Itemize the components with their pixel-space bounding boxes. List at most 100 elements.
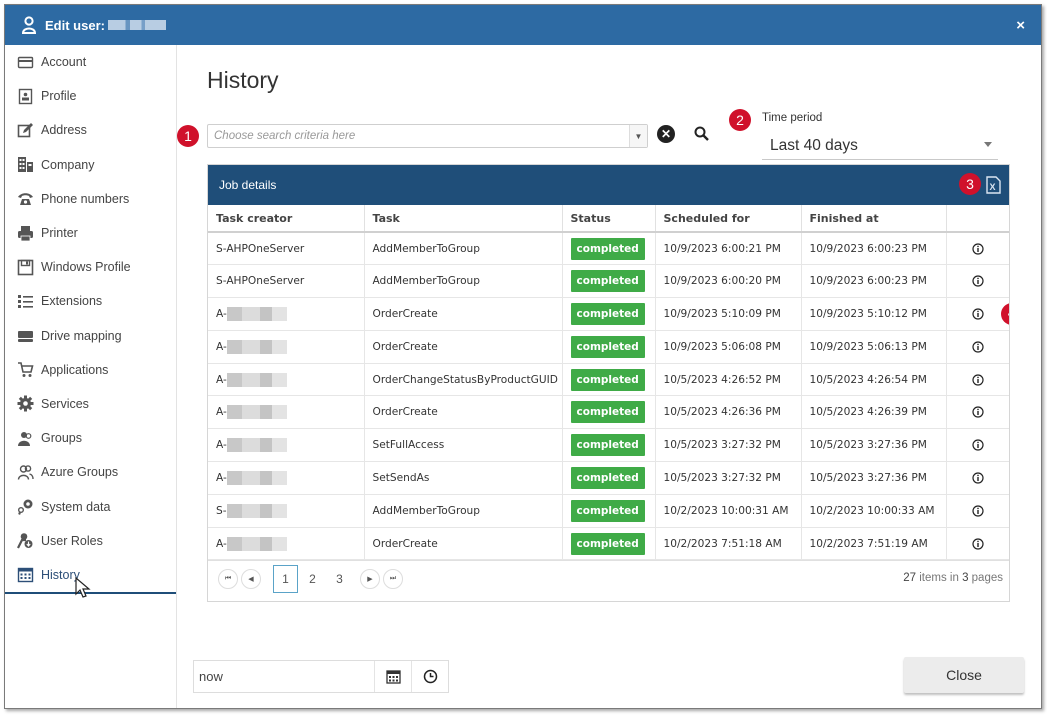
calendar-button[interactable] (374, 661, 411, 692)
prev-page-button[interactable]: ◀ (241, 569, 261, 590)
sidebar-item-account[interactable]: Account (5, 45, 176, 79)
excel-export-icon[interactable]: X (986, 176, 1001, 194)
task-creator-cell: S-AHPOneServer (208, 264, 365, 299)
sidebar-item-applications[interactable]: Applications (5, 353, 176, 387)
status-badge: completed (570, 499, 645, 522)
sidebar-item-system-data[interactable]: System data (5, 489, 176, 523)
next-page-button[interactable]: ▶ (360, 569, 380, 590)
column-header-task[interactable]: Task (364, 205, 563, 233)
sidebar-item-label: Drive mapping (41, 328, 122, 343)
close-dialog-button[interactable]: × (1016, 17, 1025, 34)
column-header-finished-at[interactable]: Finished at (801, 205, 947, 233)
task-cell: OrderCreate (364, 297, 563, 331)
scheduled-for-cell: 10/2/2023 7:51:18 AM (655, 527, 802, 561)
sidebar-item-phone-numbers[interactable]: Phone numbers (5, 182, 176, 216)
search-icon[interactable] (693, 125, 711, 143)
table-row[interactable]: A- OrderCreate completed 10/9/2023 5:06:08 … (208, 330, 1009, 364)
sidebar-item-label: Windows Profile (41, 260, 131, 275)
table-row[interactable]: S- AddMemberToGroup completed 10/2/2023 10:… (208, 494, 1009, 528)
chevron-down-icon (984, 142, 992, 147)
sidebar-item-profile[interactable]: Profile (5, 79, 176, 113)
close-button[interactable]: Close (904, 657, 1024, 693)
sidebar-item-label: Profile (41, 89, 77, 104)
column-header-actions (946, 205, 1009, 233)
table-row[interactable]: S-AHPOneServer AddMemberToGroup completed 1… (208, 264, 1009, 299)
table-row[interactable]: A- OrderCreate completed 10/5/2023 4:26:36 … (208, 395, 1009, 430)
column-header-status[interactable]: Status (562, 205, 656, 233)
phone-icon (18, 193, 33, 206)
table-row[interactable]: A- OrderCreate completed 10/2/2023 7:51:18 … (208, 527, 1009, 561)
info-icon[interactable] (972, 439, 984, 451)
details-cell (946, 494, 1009, 528)
page-1-button[interactable]: 1 (273, 565, 298, 594)
sidebar-item-groups[interactable]: Groups (5, 421, 176, 455)
info-icon[interactable] (972, 308, 984, 320)
first-page-button[interactable]: ⏮ (218, 569, 238, 590)
time-button[interactable] (411, 661, 448, 692)
details-cell (946, 232, 1009, 266)
info-icon[interactable] (972, 472, 984, 484)
page-2-button[interactable]: 2 (300, 565, 325, 593)
info-icon[interactable] (972, 243, 984, 255)
page-3-button[interactable]: 3 (327, 565, 352, 593)
callout-badge-1: 1 (177, 125, 199, 147)
table-row[interactable]: A- SetFullAccess completed 10/5/2023 3:27:3… (208, 428, 1009, 463)
grid-header: Job details 3 X (208, 165, 1009, 205)
info-icon[interactable] (972, 341, 984, 353)
sidebar-item-label: Services (41, 396, 89, 411)
sidebar-item-services[interactable]: Services (5, 387, 176, 421)
scheduled-for-cell: 10/9/2023 5:10:09 PM (655, 297, 802, 331)
sidebar-item-drive-mapping[interactable]: Drive mapping (5, 319, 176, 353)
table-row[interactable]: A- SetSendAs completed 10/5/2023 3:27:32 PM… (208, 461, 1009, 495)
redacted-text (226, 470, 287, 485)
details-cell (946, 395, 1009, 430)
task-creator-cell: A- (208, 395, 365, 430)
info-icon[interactable] (972, 406, 984, 418)
task-creator-text: A- (216, 373, 227, 386)
datetime-input[interactable] (194, 661, 374, 692)
search-criteria-dropdown-arrow[interactable]: ▼ (629, 125, 647, 147)
task-creator-text: A- (216, 537, 227, 550)
status-cell: completed (562, 527, 656, 561)
sidebar-item-label: User Roles (41, 533, 103, 548)
sidebar-item-company[interactable]: Company (5, 148, 176, 182)
last-page-button[interactable]: ⏭ (383, 569, 403, 590)
redacted-username (107, 20, 166, 30)
datetime-picker[interactable] (193, 660, 449, 693)
task-cell: OrderCreate (364, 527, 563, 561)
time-period-select[interactable]: Last 40 days (762, 132, 998, 160)
info-icon[interactable] (972, 373, 984, 386)
search-criteria-combo[interactable]: ▼ (207, 124, 648, 148)
finished-at-cell: 10/9/2023 5:06:13 PM (801, 330, 947, 364)
details-cell (946, 461, 1009, 495)
clear-search-button[interactable]: ✕ (657, 125, 675, 143)
info-icon[interactable] (972, 537, 984, 550)
sidebar-item-address[interactable]: Address (5, 113, 176, 147)
status-badge: completed (570, 302, 645, 325)
clock-icon (423, 669, 437, 684)
table-row[interactable]: S-AHPOneServer AddMemberToGroup completed 1… (208, 232, 1009, 266)
column-header-scheduled-for[interactable]: Scheduled for (655, 205, 802, 233)
task-creator-text: A- (216, 307, 227, 320)
sidebar-item-printer[interactable]: Printer (5, 216, 176, 250)
task-cell: OrderCreate (364, 395, 563, 430)
sidebar-item-extensions[interactable]: Extensions (5, 284, 176, 318)
job-table: Task creator Task Status Scheduled for F… (208, 205, 1009, 561)
sidebar-item-azure-groups[interactable]: Azure Groups (5, 455, 176, 489)
search-criteria-input[interactable] (208, 125, 629, 147)
pager: ⏮ ◀ 1 2 3 ▶ ⏭ 27 items in 3 pages (208, 560, 1009, 597)
time-period-value: Last 40 days (770, 136, 858, 154)
info-icon[interactable] (972, 505, 984, 517)
sidebar-item-user-roles[interactable]: User Roles (5, 524, 176, 558)
time-period-label: Time period (762, 112, 823, 124)
column-header-task-creator[interactable]: Task creator (208, 205, 365, 233)
sidebar-item-windows-profile[interactable]: Windows Profile (5, 250, 176, 284)
details-cell (946, 363, 1009, 397)
table-row[interactable]: A- OrderChangeStatusByProductGUID complete… (208, 363, 1009, 397)
table-row[interactable]: A- OrderCreate completed 10/9/2023 5:10:09 … (208, 297, 1009, 331)
callout-badge-4: 4 (1001, 303, 1009, 326)
edit-user-dialog: Edit user: × Account Profile Address Compan… (4, 4, 1042, 709)
task-creator-cell: A- (208, 428, 365, 463)
status-cell: completed (562, 297, 656, 331)
info-icon[interactable] (972, 275, 984, 287)
